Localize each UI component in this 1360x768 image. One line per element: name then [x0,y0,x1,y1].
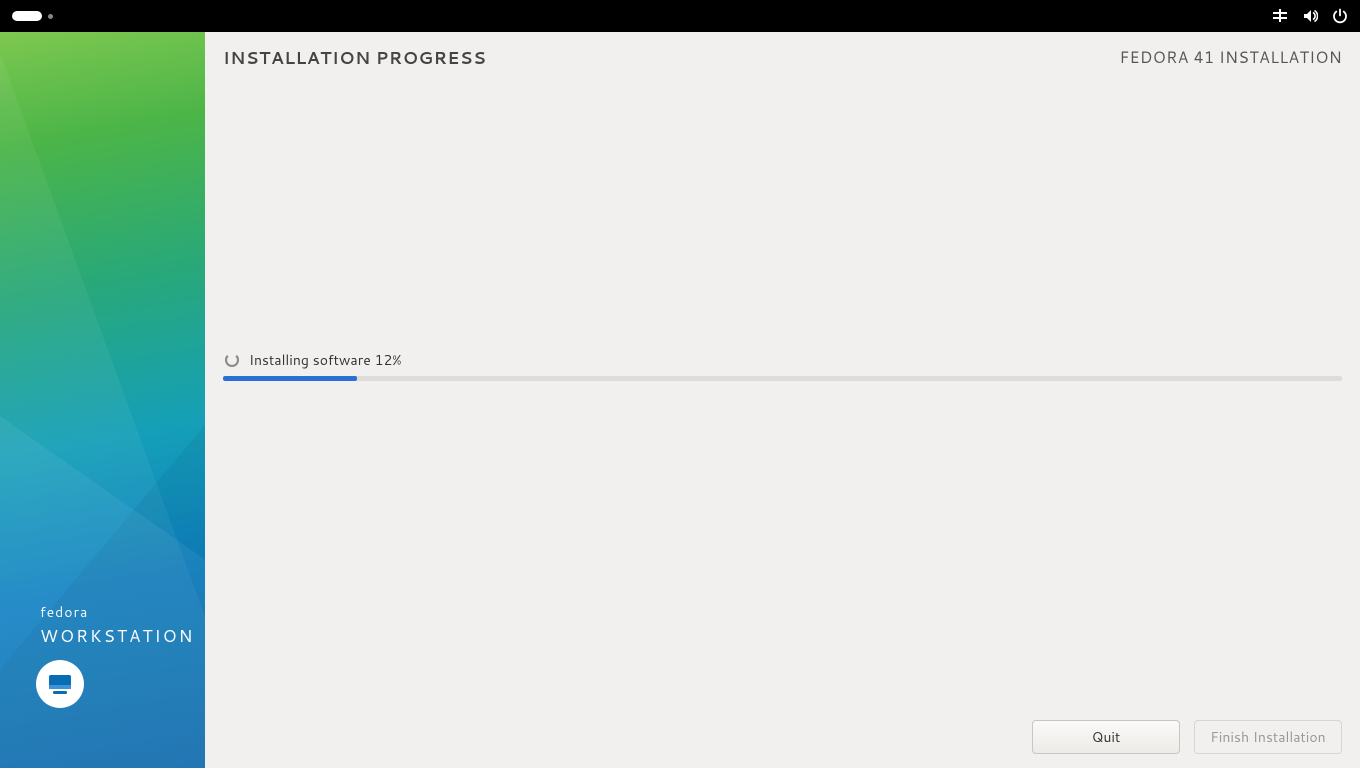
progress-bar [223,376,1342,381]
progress-status-row: Installing software 12% [223,350,1342,370]
volume-icon [1302,8,1318,24]
activities-indicator[interactable] [12,11,53,21]
progress-bar-fill [223,376,357,381]
content-header: INSTALLATION PROGRESS FEDORA 41 INSTALLA… [223,46,1342,70]
system-status-area[interactable] [1272,8,1348,24]
installer-content: INSTALLATION PROGRESS FEDORA 41 INSTALLA… [205,32,1360,768]
gnome-top-bar [0,0,1360,32]
product-title: FEDORA 41 INSTALLATION [1119,46,1342,69]
installer-sidebar: fedora WORKSTATION [0,32,205,768]
spinner-icon [225,353,239,367]
quit-button[interactable]: Quit [1032,720,1180,754]
power-icon [1332,8,1348,24]
brand-line-1: fedora [40,602,194,622]
page-title: INSTALLATION PROGRESS [223,46,486,70]
network-icon [1272,8,1288,24]
finish-installation-button: Finish Installation [1194,720,1342,754]
brand-line-2: WORKSTATION [40,624,194,648]
footer-buttons: Quit Finish Installation [1032,720,1342,754]
spacer [223,80,1342,350]
workspace-pill-icon [12,11,42,21]
fedora-logo-icon [36,660,84,708]
sidebar-background-art [0,32,205,768]
progress-status-text: Installing software 12% [249,350,401,370]
fedora-brand-text: fedora WORKSTATION [40,602,194,648]
workspace-dot-icon [48,14,53,19]
